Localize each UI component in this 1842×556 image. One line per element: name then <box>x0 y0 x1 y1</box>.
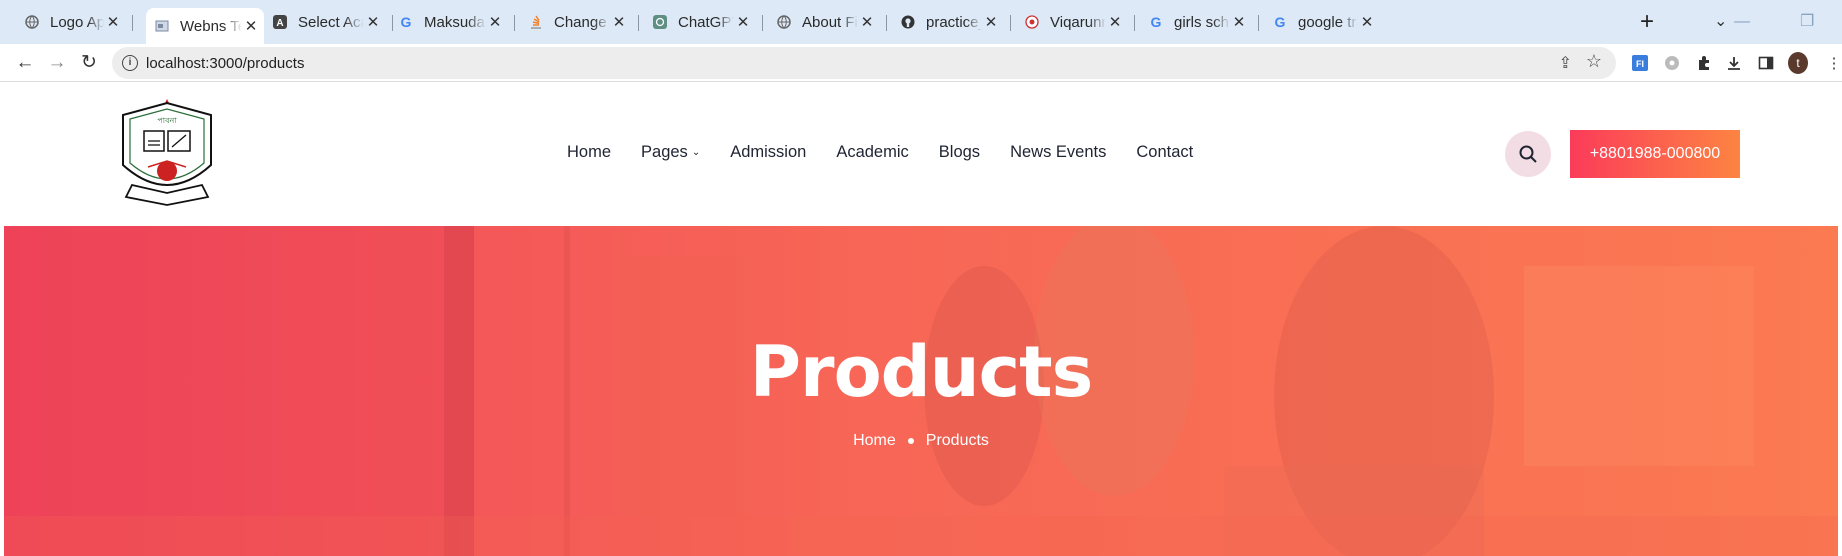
svg-text:G: G <box>1151 15 1162 29</box>
nav-pages-label: Pages <box>641 143 688 161</box>
svg-text:G: G <box>1275 15 1286 29</box>
tab-title: google tran <box>1298 13 1358 31</box>
tab-title: practice_py <box>926 13 982 31</box>
browser-tab[interactable]: Change mo ✕ <box>514 8 639 36</box>
browser-tab[interactable]: ChatGPT ✕ <box>638 8 763 36</box>
close-icon[interactable]: ✕ <box>242 17 260 35</box>
browser-tab[interactable]: G Maksuda Gh ✕ <box>392 8 515 36</box>
search-icon <box>1519 145 1537 163</box>
breadcrumb-home[interactable]: Home <box>853 432 896 450</box>
tab-title: Logo Api – I <box>50 13 104 31</box>
browser-tab-active[interactable]: Webns Tech ✕ <box>146 8 264 44</box>
svg-text:G: G <box>401 15 412 29</box>
tab-title: girls school <box>1174 13 1230 31</box>
browser-tab[interactable]: G google tran ✕ <box>1258 8 1386 36</box>
school-logo[interactable]: পাবনা <box>108 95 226 213</box>
site-info-icon[interactable]: i <box>122 55 138 71</box>
nav-admission[interactable]: Admission <box>730 143 806 162</box>
tab-title: Change mo <box>554 13 610 31</box>
tab-title: Select Acad <box>298 13 364 31</box>
browser-tab[interactable]: A Select Acad ✕ <box>268 8 393 36</box>
google-icon: G <box>398 14 414 30</box>
side-panel-icon[interactable] <box>1756 53 1776 73</box>
minimize-icon[interactable]: — <box>1734 8 1750 36</box>
close-icon[interactable]: ✕ <box>734 13 752 31</box>
back-arrow-icon[interactable]: ← <box>12 50 38 76</box>
tab-divider <box>132 15 133 31</box>
stackoverflow-icon <box>528 14 544 30</box>
tab-title: ChatGPT <box>678 13 734 31</box>
github-icon <box>900 14 916 30</box>
main-nav: Home Pages ⌄ Admission Academic Blogs New… <box>567 143 1223 162</box>
download-icon[interactable] <box>1724 53 1744 73</box>
chevron-down-icon[interactable]: ⌄ <box>1714 8 1727 36</box>
browser-tab[interactable]: practice_py ✕ <box>886 8 1011 36</box>
browser-tab[interactable]: About File U ✕ <box>762 8 887 36</box>
tab-title: Viqarunnis <box>1050 13 1106 31</box>
close-icon[interactable]: ✕ <box>364 13 382 31</box>
share-icon[interactable]: ⇪ <box>1559 53 1572 73</box>
address-bar[interactable]: i localhost:3000/products ⇪ ☆ <box>112 47 1616 79</box>
browser-tab[interactable]: Viqarunnis ✕ <box>1010 8 1135 36</box>
site-header: পাবনা Home Pages ⌄ Admission Academic Blo… <box>4 83 1838 226</box>
nav-home[interactable]: Home <box>567 143 611 162</box>
logo-text: পাবনা <box>157 116 177 125</box>
search-button[interactable] <box>1505 131 1551 177</box>
restore-icon[interactable]: ❐ <box>1800 8 1814 36</box>
google-icon: G <box>1148 14 1164 30</box>
close-icon[interactable]: ✕ <box>610 13 628 31</box>
forward-arrow-icon[interactable]: → <box>44 50 70 76</box>
browser-tab-strip: Logo Api – I ✕ Webns Tech ✕ A Select Aca… <box>0 0 1842 44</box>
close-icon[interactable]: ✕ <box>1358 13 1376 31</box>
extensions-puzzle-icon[interactable] <box>1694 53 1714 73</box>
hero-banner: Products Home Products <box>4 226 1838 556</box>
close-icon[interactable]: ✕ <box>104 13 122 31</box>
globe-icon <box>24 14 40 30</box>
page-title: Products <box>749 331 1093 413</box>
school-icon <box>1024 14 1040 30</box>
page-icon <box>154 18 170 34</box>
close-icon[interactable]: ✕ <box>1230 13 1248 31</box>
nav-academic[interactable]: Academic <box>836 143 908 162</box>
browser-tab[interactable]: Logo Api – I ✕ <box>0 8 133 36</box>
tab-title: About File U <box>802 13 858 31</box>
reload-icon[interactable]: ↻ <box>76 50 102 76</box>
url-text[interactable]: localhost:3000/products <box>146 55 304 72</box>
extension-fi-icon[interactable]: FI <box>1630 53 1650 73</box>
phone-button[interactable]: +8801988-000800 <box>1570 130 1740 178</box>
letter-a-icon: A <box>272 14 288 30</box>
extension-wheel-icon[interactable] <box>1662 53 1682 73</box>
menu-dots-icon[interactable]: ⋮ <box>1824 53 1842 73</box>
close-icon[interactable]: ✕ <box>1106 13 1124 31</box>
nav-pages[interactable]: Pages ⌄ <box>641 143 700 162</box>
avatar-initial: t <box>1788 52 1808 74</box>
new-tab-plus-icon[interactable]: + <box>1634 8 1660 36</box>
google-icon: G <box>1272 14 1288 30</box>
chevron-down-icon: ⌄ <box>691 147 701 158</box>
avatar[interactable]: t <box>1788 52 1808 74</box>
close-icon[interactable]: ✕ <box>486 13 504 31</box>
nav-news-events[interactable]: News Events <box>1010 143 1106 162</box>
nav-contact[interactable]: Contact <box>1136 143 1193 162</box>
close-icon[interactable]: ✕ <box>858 13 876 31</box>
breadcrumb-current: Products <box>925 432 989 449</box>
nav-blogs[interactable]: Blogs <box>939 143 980 162</box>
globe-icon <box>776 14 792 30</box>
breadcrumb-separator <box>907 438 914 444</box>
browser-toolbar: ← → ↻ i localhost:3000/products ⇪ ☆ FI t… <box>0 44 1842 82</box>
close-icon[interactable]: ✕ <box>982 13 1000 31</box>
browser-tab[interactable]: G girls school ✕ <box>1134 8 1259 36</box>
svg-text:FI: FI <box>1636 59 1644 69</box>
tab-title: Webns Tech <box>180 17 242 35</box>
svg-text:A: A <box>276 18 283 29</box>
bookmark-star-icon[interactable]: ☆ <box>1586 51 1602 72</box>
tab-title: Maksuda Gh <box>424 13 486 31</box>
breadcrumb: Home Products <box>4 432 1838 450</box>
chatgpt-icon <box>652 14 668 30</box>
